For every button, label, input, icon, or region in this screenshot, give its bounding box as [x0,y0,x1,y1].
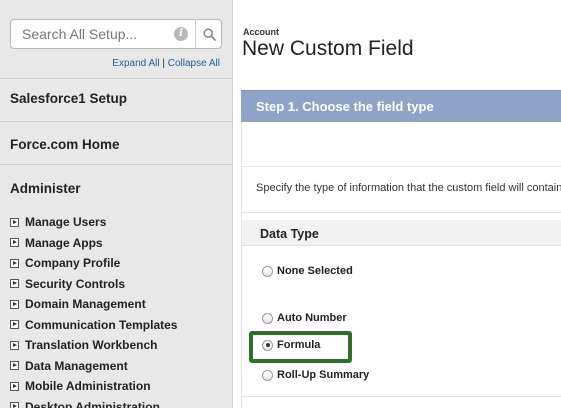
info-icon[interactable]: i [174,27,188,41]
menu-item-company-profile[interactable]: Company Profile [10,253,177,274]
expand-arrow-icon[interactable] [10,361,19,371]
section-administer: Administer [0,164,232,208]
expand-arrow-icon[interactable] [10,238,19,248]
option-none-selected[interactable]: None Selected [262,265,353,277]
step-header: Step 1. Choose the field type [241,90,561,122]
expand-arrow-icon[interactable] [10,402,19,408]
radio-button[interactable] [262,369,273,381]
option-auto-number[interactable]: Auto Number [262,312,347,324]
administer-menu: Manage Users Manage Apps Company Profile… [10,212,177,408]
menu-item-manage-users[interactable]: Manage Users [10,212,177,233]
menu-item-desktop-administration[interactable]: Desktop Administration [10,397,177,408]
menu-item-label: Company Profile [25,256,121,271]
option-label: None Selected [277,265,353,277]
menu-item-security-controls[interactable]: Security Controls [10,274,177,295]
menu-item-label: Manage Apps [25,235,103,250]
section-force-com-home[interactable]: Force.com Home [0,121,232,164]
radio-button[interactable] [262,312,273,324]
menu-item-label: Manage Users [25,215,107,230]
menu-item-communication-templates[interactable]: Communication Templates [10,315,177,336]
expand-arrow-icon[interactable] [10,279,19,289]
menu-item-label: Desktop Administration [25,399,160,408]
expand-arrow-icon[interactable] [10,381,19,391]
expand-arrow-icon[interactable] [10,258,19,268]
expand-arrow-icon[interactable] [10,320,19,330]
menu-item-mobile-administration[interactable]: Mobile Administration [10,376,177,397]
collapse-all-link[interactable]: Collapse All [168,58,220,69]
menu-item-domain-management[interactable]: Domain Management [10,294,177,315]
formula-highlight-box [249,331,352,363]
menu-item-label: Domain Management [25,297,146,312]
link-separator: | [162,58,165,69]
option-label: Roll-Up Summary [277,369,370,381]
menu-item-label: Mobile Administration [25,379,151,394]
breadcrumb: Account [243,27,279,37]
step-description: Specify the type of information that the… [256,182,561,194]
option-roll-up-summary[interactable]: Roll-Up Summary [262,369,369,381]
page-title: New Custom Field [242,37,414,60]
option-label: Auto Number [277,312,347,324]
setup-sidebar: i Expand All | Collapse All Salesforce1 … [0,0,233,408]
expand-collapse-links: Expand All | Collapse All [112,58,220,69]
data-type-title: Data Type [260,227,319,241]
divider [241,166,561,167]
expand-arrow-icon[interactable] [10,299,19,309]
search-button[interactable] [195,20,222,48]
setup-search-input[interactable] [11,20,189,48]
expand-arrow-icon[interactable] [10,217,19,227]
expand-arrow-icon[interactable] [10,340,19,350]
radio-button[interactable] [262,265,273,277]
menu-item-manage-apps[interactable]: Manage Apps [10,233,177,254]
menu-item-label: Security Controls [25,276,126,291]
step-title: Step 1. Choose the field type [256,99,434,114]
menu-item-data-management[interactable]: Data Management [10,356,177,377]
menu-item-label: Data Management [25,358,128,373]
menu-item-label: Translation Workbench [25,338,158,353]
data-type-header: Data Type [242,220,561,246]
expand-all-link[interactable]: Expand All [112,58,159,69]
section-salesforce1-setup[interactable]: Salesforce1 Setup [0,78,232,121]
setup-search-box: i [10,19,222,49]
menu-item-translation-workbench[interactable]: Translation Workbench [10,335,177,356]
divider [241,212,561,213]
menu-item-label: Communication Templates [25,317,178,332]
divider [241,396,561,397]
search-icon [202,27,216,41]
